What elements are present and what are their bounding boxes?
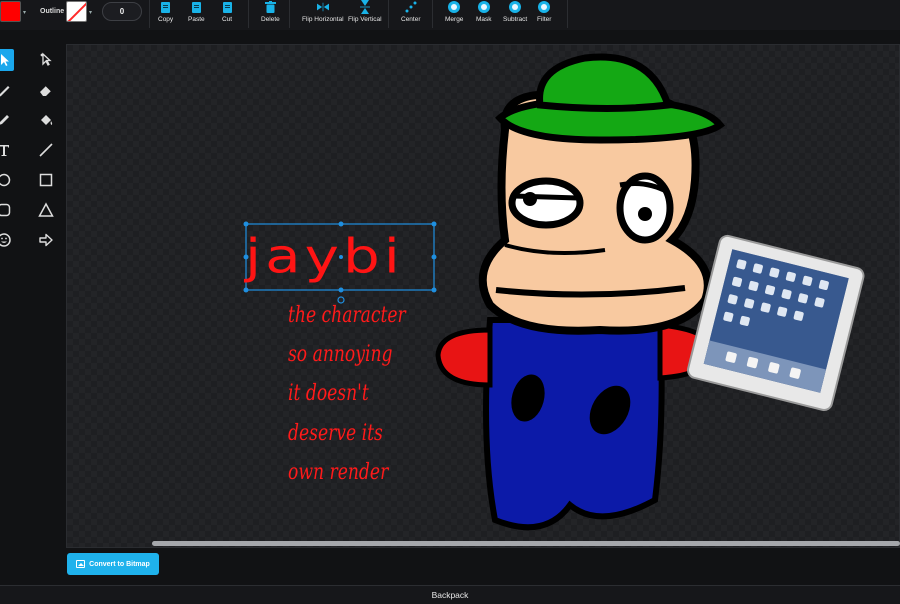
- note-line[interactable]: own render: [288, 460, 388, 485]
- note-line[interactable]: so annoying: [288, 342, 392, 367]
- left-eye: [508, 177, 584, 229]
- backpack-bar[interactable]: Backpack: [0, 585, 900, 604]
- image-icon: [76, 560, 86, 568]
- note-line[interactable]: the character: [288, 303, 406, 328]
- tablet-image: [686, 234, 865, 412]
- convert-to-bitmap-label: Convert to Bitmap: [89, 560, 150, 568]
- note-line[interactable]: deserve its: [288, 421, 383, 446]
- character-body: [483, 317, 665, 531]
- horizontal-scrollbar[interactable]: [152, 541, 900, 546]
- canvas-title-text[interactable]: jaybi: [245, 226, 435, 285]
- convert-to-bitmap-button[interactable]: Convert to Bitmap: [67, 553, 159, 575]
- left-arm: [435, 327, 493, 388]
- artwork-layer: [243, 53, 865, 531]
- hat-crown: [536, 53, 673, 112]
- note-line[interactable]: it doesn't: [288, 381, 369, 406]
- paint-editor: ▾ Outline ▾ 0 Copy Paste Cut Delete Flip…: [0, 0, 900, 604]
